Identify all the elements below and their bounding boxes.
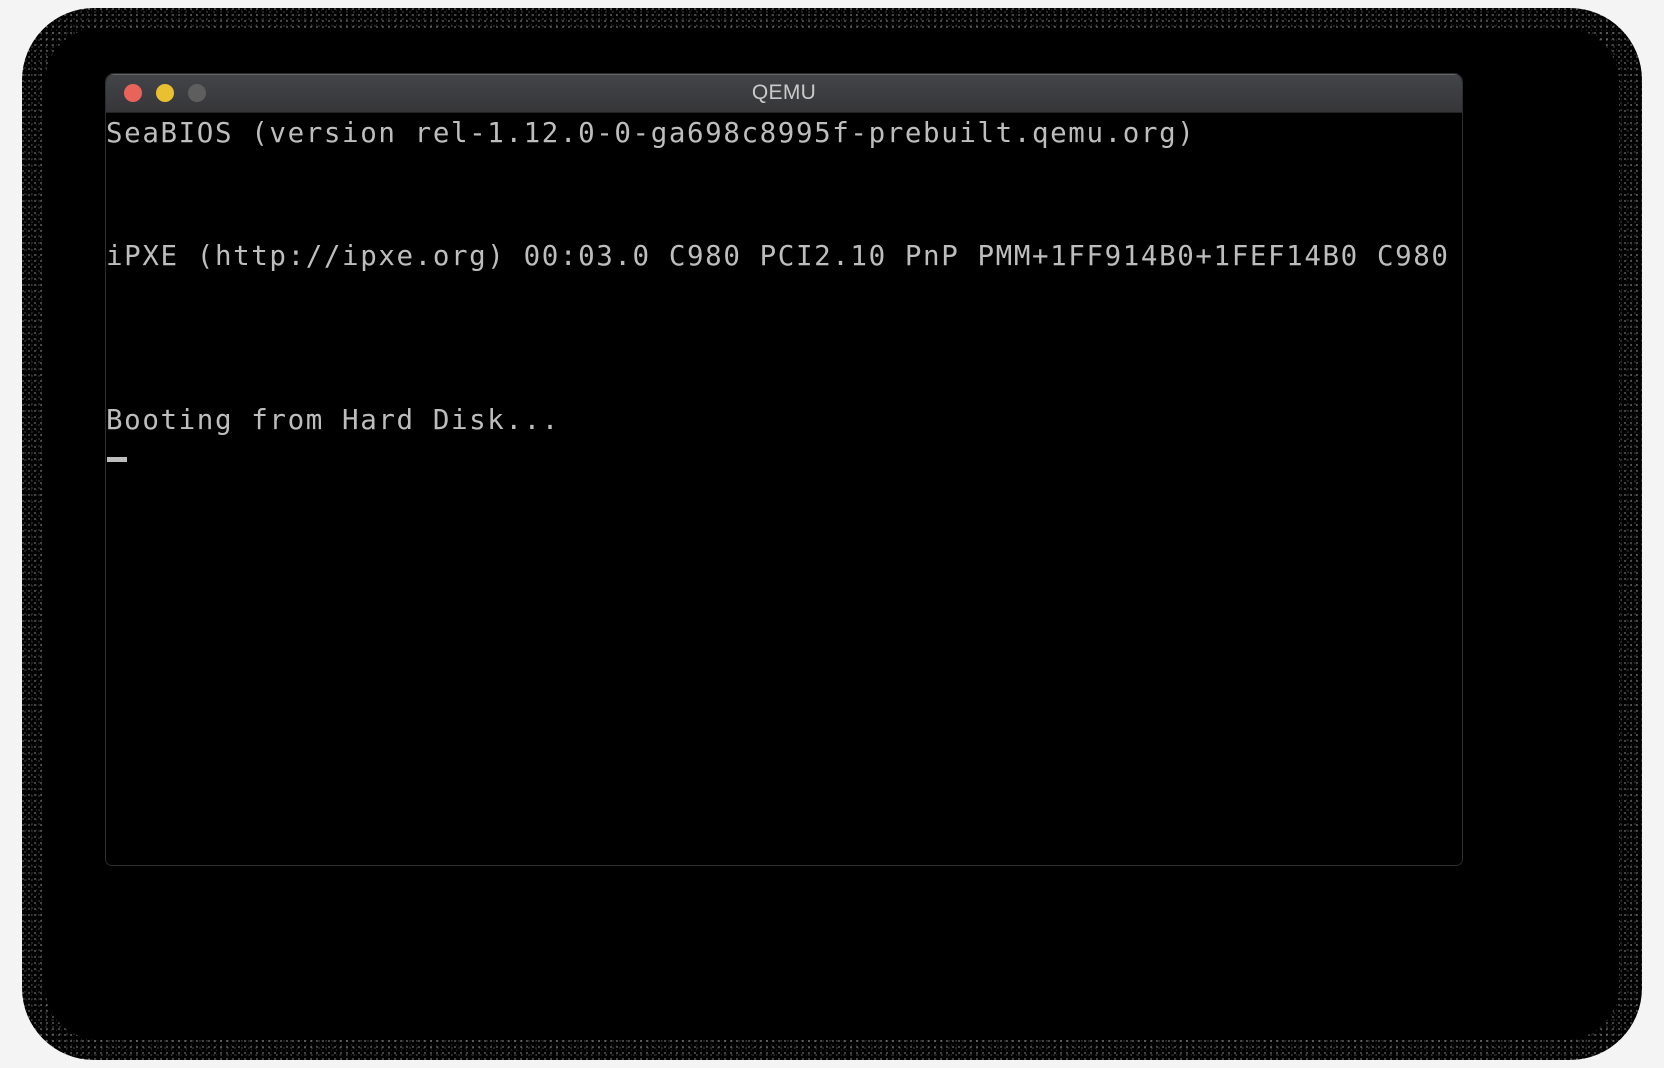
- window-titlebar[interactable]: QEMU: [106, 74, 1462, 113]
- terminal-cursor: [107, 457, 127, 462]
- window-controls: [124, 84, 206, 102]
- terminal-output[interactable]: SeaBIOS (version rel-1.12.0-0-ga698c8995…: [106, 113, 1462, 865]
- terminal-line: iPXE (http://ipxe.org) 00:03.0 C980 PCI2…: [106, 240, 1450, 272]
- close-button-icon[interactable]: [124, 84, 142, 102]
- maximize-button-icon[interactable]: [188, 84, 206, 102]
- minimize-button-icon[interactable]: [156, 84, 174, 102]
- terminal-line: Booting from Hard Disk...: [106, 404, 560, 436]
- screen-capture: QEMU SeaBIOS (version rel-1.12.0-0-ga698…: [0, 0, 1664, 1068]
- window-title: QEMU: [751, 81, 817, 104]
- terminal-line: SeaBIOS (version rel-1.12.0-0-ga698c8995…: [106, 117, 1196, 149]
- qemu-window[interactable]: QEMU SeaBIOS (version rel-1.12.0-0-ga698…: [105, 73, 1463, 866]
